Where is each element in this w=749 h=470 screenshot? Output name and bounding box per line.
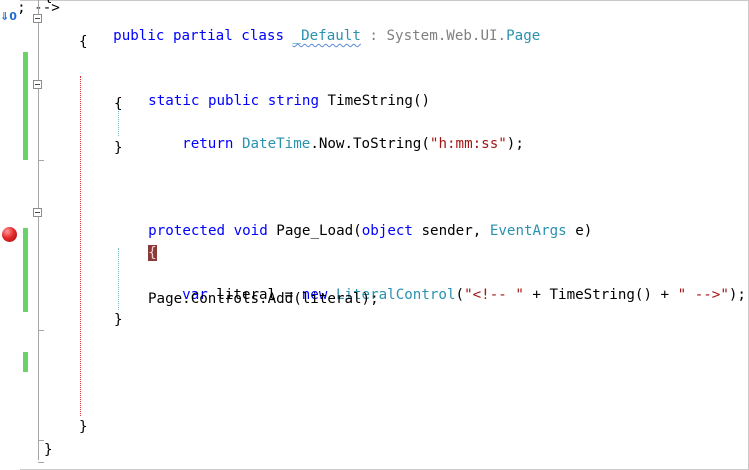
type-name: DateTime <box>241 136 311 152</box>
collapse-toggle-timestring[interactable] <box>33 80 42 89</box>
code-line-return[interactable]: return DateTime.Now.ToString("h:mm:ss"); <box>148 117 524 171</box>
class-name: _Default <box>292 28 361 44</box>
string-literal: "<!-- " <box>464 287 524 303</box>
code-line-namespace-close[interactable]: } <box>44 441 53 459</box>
statement-end: ); <box>728 287 746 303</box>
collapse-toggle-class[interactable] <box>33 14 42 23</box>
keyword: return <box>182 136 242 152</box>
parameter: sender, <box>412 223 490 239</box>
keyword: object <box>361 223 413 239</box>
outline-corner <box>38 160 44 161</box>
code-line-class-close[interactable]: } <box>79 418 88 436</box>
change-bar <box>23 228 28 312</box>
method-name: Page_Load( <box>276 223 362 239</box>
concat-expression: + TimeString() + <box>523 287 678 303</box>
namespace: System.Web.UI. <box>386 28 507 44</box>
type-name: EventArgs <box>489 223 567 239</box>
code-line-fragment[interactable]: { <box>44 0 53 6</box>
code-line-close-brace[interactable]: } <box>114 311 123 329</box>
code-line-method-page-load[interactable]: protected void Page_Load(object sender, … <box>114 204 592 258</box>
paren: ( <box>455 287 465 303</box>
keyword: protected void <box>148 223 277 239</box>
parameter: e) <box>566 223 593 239</box>
breakpoint-icon[interactable] <box>2 227 17 242</box>
outline-corner <box>38 462 44 463</box>
outline-line <box>38 0 39 460</box>
code-editor[interactable]: ⇓0 { public partial class _Default : Sys… <box>0 0 749 470</box>
change-bar <box>23 352 28 372</box>
method-name: TimeString() <box>327 93 431 109</box>
keyword: static public string <box>148 93 328 109</box>
collapse-toggle-page-load[interactable] <box>33 208 42 217</box>
separator: : <box>360 28 387 44</box>
statement-end: ); <box>506 136 524 152</box>
code-line-controls-add[interactable]: Page.Controls.Add(literal); <box>148 290 379 308</box>
change-bar <box>23 52 28 160</box>
code-line-close-brace[interactable]: } <box>114 139 123 157</box>
change-marker-line <box>80 76 81 416</box>
code-line-class-declaration[interactable]: public partial class _Default : System.W… <box>79 9 540 63</box>
code-line-open-brace[interactable]: { <box>114 95 123 113</box>
outline-corner <box>38 330 44 331</box>
string-literal: "h:mm:ss" <box>429 136 507 152</box>
breakpoint-highlight: { <box>148 245 157 261</box>
keyword: public partial class <box>113 28 293 44</box>
base-type: Page <box>506 28 541 44</box>
string-literal: " -->" <box>677 287 729 303</box>
code-line-open-brace[interactable]: { <box>79 33 88 51</box>
bookmark-arrow-icon[interactable]: ⇓0 <box>0 10 22 24</box>
member-call: .Now.ToString( <box>310 136 430 152</box>
